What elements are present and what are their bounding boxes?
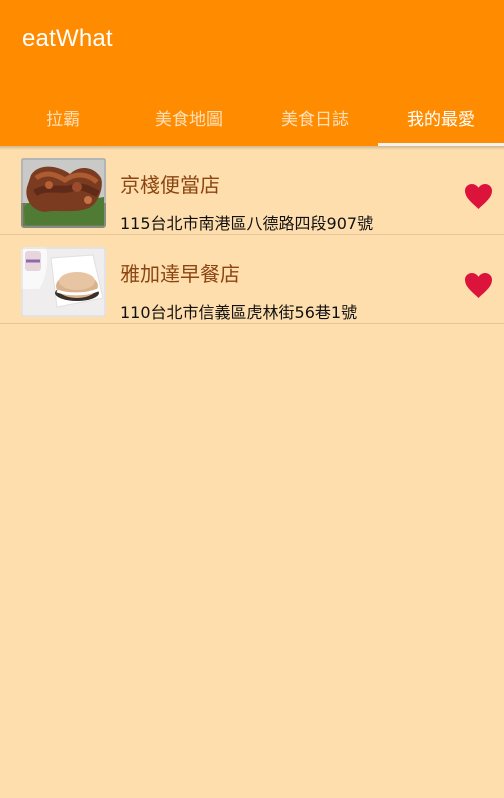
app-bar: eatWhat 拉霸 美食地圖 美食日誌 我的最愛 — [0, 0, 504, 146]
tab-food-journal[interactable]: 美食日誌 — [252, 88, 378, 146]
favorite-list-item[interactable]: 京棧便當店 115台北市南港區八德路四段907號 — [0, 146, 504, 235]
restaurant-address: 115台北市南港區八德路四段907號 — [120, 214, 374, 233]
favorites-screen: eatWhat 拉霸 美食地圖 美食日誌 我的最愛 京棧便當店 115台北市南港… — [0, 0, 504, 798]
restaurant-thumbnail — [21, 247, 106, 317]
tab-food-map[interactable]: 美食地圖 — [126, 88, 252, 146]
favorite-list-item[interactable]: 雅加達早餐店 110台北市信義區虎林街56巷1號 — [0, 235, 504, 324]
heart-icon[interactable] — [463, 182, 494, 210]
tab-bar: 拉霸 美食地圖 美食日誌 我的最愛 — [0, 88, 504, 146]
restaurant-name: 京棧便當店 — [120, 173, 220, 197]
bento-food-image — [21, 158, 106, 228]
heart-icon[interactable] — [463, 271, 494, 299]
tab-favorites[interactable]: 我的最愛 — [378, 88, 504, 146]
restaurant-thumbnail — [21, 158, 106, 228]
tab-slot-machine[interactable]: 拉霸 — [0, 88, 126, 146]
burger-food-image — [21, 247, 106, 317]
favorites-list: 京棧便當店 115台北市南港區八德路四段907號 雅加達早餐店 110台北市信義… — [0, 146, 504, 324]
restaurant-address: 110台北市信義區虎林街56巷1號 — [120, 303, 358, 322]
app-title: eatWhat — [22, 25, 113, 52]
restaurant-name: 雅加達早餐店 — [120, 262, 240, 286]
